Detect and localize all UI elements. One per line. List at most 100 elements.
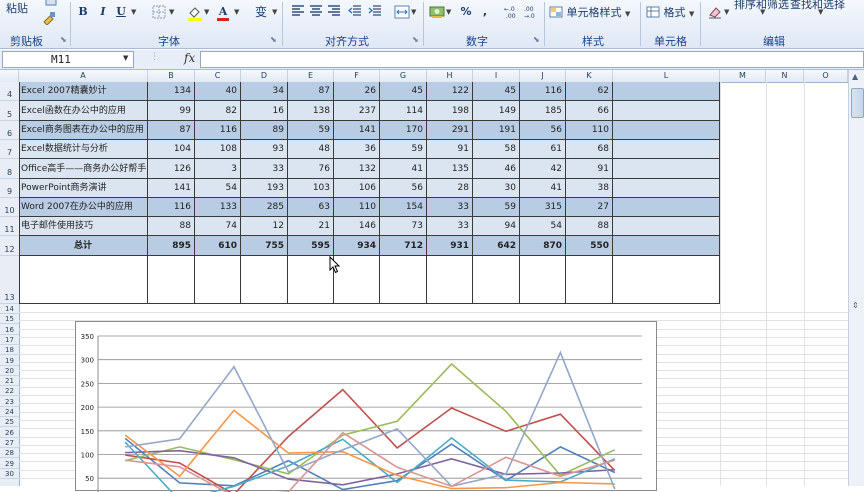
blank-cell[interactable] xyxy=(566,256,613,304)
wen-dropdown-icon[interactable]: ▼ xyxy=(272,8,277,16)
value-cell[interactable]: 141 xyxy=(148,179,195,198)
value-cell[interactable]: 133 xyxy=(195,198,241,217)
row-header[interactable]: 5 xyxy=(0,101,19,121)
value-cell[interactable]: 87 xyxy=(288,82,334,101)
cell-styles-button[interactable]: 单元格样式 ▼ xyxy=(549,4,630,20)
row-header[interactable]: 12 xyxy=(0,236,19,256)
column-header-l[interactable]: L xyxy=(613,70,720,82)
total-value-cell[interactable]: 895 xyxy=(148,236,195,256)
blank-cell[interactable] xyxy=(613,179,720,198)
format-painter-icon[interactable] xyxy=(40,10,58,26)
value-cell[interactable]: 48 xyxy=(288,140,334,159)
underline-dropdown-icon[interactable]: ▼ xyxy=(131,8,136,16)
value-cell[interactable]: 74 xyxy=(195,217,241,236)
name-box[interactable]: M11 xyxy=(2,51,134,68)
italic-button[interactable]: I xyxy=(94,4,112,20)
paste-button[interactable]: 粘贴 xyxy=(6,0,28,16)
value-cell[interactable]: 33 xyxy=(241,159,288,179)
row-header[interactable]: 8 xyxy=(0,159,19,179)
value-cell[interactable]: 66 xyxy=(566,101,613,121)
blank-cell[interactable] xyxy=(613,256,720,304)
value-cell[interactable]: 38 xyxy=(566,179,613,198)
row-header[interactable]: 9 xyxy=(0,179,19,198)
value-cell[interactable]: 89 xyxy=(241,121,288,140)
course-name-cell[interactable]: Excel商务图表在办公中的应用 xyxy=(19,121,148,140)
row-header[interactable]: 26 xyxy=(0,428,19,438)
value-cell[interactable]: 45 xyxy=(380,82,427,101)
format-button[interactable]: 格式 ▼ xyxy=(646,4,694,20)
column-header-g[interactable]: G xyxy=(380,70,427,82)
value-cell[interactable]: 94 xyxy=(473,217,520,236)
course-name-cell[interactable]: Excel数据统计与分析 xyxy=(19,140,148,159)
value-cell[interactable]: 63 xyxy=(288,198,334,217)
value-cell[interactable]: 141 xyxy=(334,121,380,140)
value-cell[interactable]: 185 xyxy=(520,101,566,121)
series-line-8[interactable] xyxy=(125,431,616,492)
column-header-m[interactable]: M xyxy=(720,70,766,82)
borders-icon[interactable] xyxy=(150,4,168,20)
blank-cell[interactable] xyxy=(148,256,195,304)
blank-cell[interactable] xyxy=(613,159,720,179)
column-header-j[interactable]: J xyxy=(520,70,566,82)
value-cell[interactable]: 82 xyxy=(195,101,241,121)
value-cell[interactable]: 315 xyxy=(520,198,566,217)
value-cell[interactable]: 138 xyxy=(288,101,334,121)
row-header[interactable]: 6 xyxy=(0,121,19,140)
align-center-icon[interactable] xyxy=(307,4,325,20)
insert-function-button[interactable]: fx xyxy=(184,51,195,65)
value-cell[interactable]: 116 xyxy=(148,198,195,217)
split-box-icon[interactable]: ⇕ xyxy=(852,301,862,311)
value-cell[interactable]: 30 xyxy=(473,179,520,198)
value-cell[interactable]: 93 xyxy=(241,140,288,159)
row-header[interactable]: 10 xyxy=(0,198,19,217)
blank-cell[interactable] xyxy=(520,256,566,304)
percent-button[interactable]: % xyxy=(457,4,475,20)
value-cell[interactable]: 198 xyxy=(427,101,473,121)
value-cell[interactable]: 3 xyxy=(195,159,241,179)
value-cell[interactable]: 36 xyxy=(334,140,380,159)
fill-color-dropdown-icon[interactable]: ▼ xyxy=(204,8,209,16)
clear-dropdown-icon[interactable]: ▼ xyxy=(724,8,729,16)
row-header[interactable]: 7 xyxy=(0,140,19,159)
value-cell[interactable]: 46 xyxy=(473,159,520,179)
value-cell[interactable]: 91 xyxy=(566,159,613,179)
merge-dropdown-icon[interactable]: ▼ xyxy=(411,8,416,16)
scroll-up-icon[interactable]: ▲ xyxy=(852,72,858,81)
value-cell[interactable]: 56 xyxy=(520,121,566,140)
value-cell[interactable]: 99 xyxy=(148,101,195,121)
value-cell[interactable]: 59 xyxy=(473,198,520,217)
value-cell[interactable]: 122 xyxy=(427,82,473,101)
course-name-cell[interactable]: PowerPoint商务演讲 xyxy=(19,179,148,198)
value-cell[interactable]: 146 xyxy=(334,217,380,236)
fill-color-icon[interactable] xyxy=(186,4,204,21)
merge-center-icon[interactable] xyxy=(393,4,411,20)
value-cell[interactable]: 68 xyxy=(566,140,613,159)
sort-filter-dropdown-icon[interactable]: ▼ xyxy=(760,8,765,16)
value-cell[interactable]: 16 xyxy=(241,101,288,121)
decrease-indent-icon[interactable] xyxy=(346,4,364,20)
value-cell[interactable]: 114 xyxy=(380,101,427,121)
row-header[interactable]: 30 xyxy=(0,469,19,479)
value-cell[interactable]: 108 xyxy=(195,140,241,159)
row-header[interactable]: 25 xyxy=(0,417,19,427)
value-cell[interactable]: 285 xyxy=(241,198,288,217)
row-header[interactable]: 4 xyxy=(0,82,19,101)
number-launcher-icon[interactable]: ⬊ xyxy=(533,35,540,44)
row-header[interactable]: 16 xyxy=(0,325,19,335)
column-header-i[interactable]: I xyxy=(473,70,520,82)
column-header-n[interactable]: N xyxy=(766,70,804,82)
column-header-k[interactable]: K xyxy=(566,70,613,82)
vertical-scrollbar[interactable]: ▲ ⇕ xyxy=(848,70,864,486)
clipboard-launcher-icon[interactable]: ⬊ xyxy=(60,35,67,44)
course-name-cell[interactable]: 电子邮件使用技巧 xyxy=(19,217,148,236)
row-header[interactable]: 17 xyxy=(0,335,19,345)
row-header[interactable]: 18 xyxy=(0,345,19,355)
total-value-cell[interactable]: 610 xyxy=(195,236,241,256)
column-header-d[interactable]: D xyxy=(241,70,288,82)
blank-cell[interactable] xyxy=(613,236,720,256)
total-label-cell[interactable]: 总计 xyxy=(19,236,148,256)
total-value-cell[interactable]: 642 xyxy=(473,236,520,256)
bold-button[interactable]: B xyxy=(74,4,92,20)
total-value-cell[interactable]: 755 xyxy=(241,236,288,256)
blank-cell[interactable] xyxy=(427,256,473,304)
